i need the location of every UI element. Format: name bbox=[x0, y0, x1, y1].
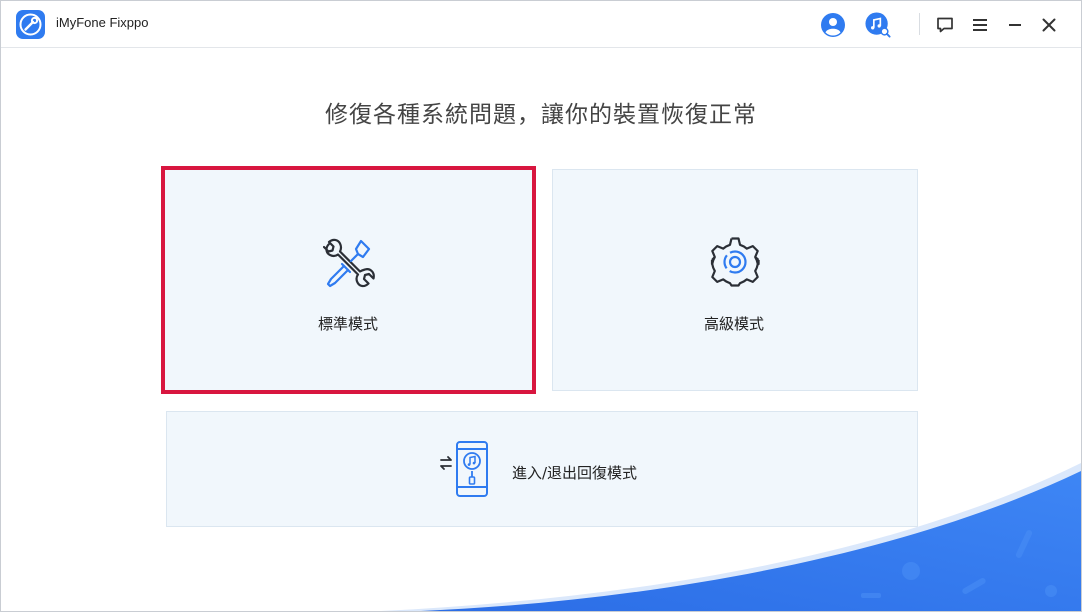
phone-recovery-icon bbox=[440, 441, 488, 497]
advanced-mode-card[interactable]: 高級模式 bbox=[552, 169, 918, 391]
app-title: iMyFone Fixppo bbox=[56, 15, 149, 30]
user-icon[interactable] bbox=[820, 12, 846, 38]
gear-icon bbox=[710, 237, 760, 287]
recovery-mode-label: 進入/退出回復模式 bbox=[512, 464, 638, 482]
page-heading: 修復各種系統問題，讓你的裝置恢復正常 bbox=[325, 102, 757, 128]
title-bar: iMyFone Fixppo bbox=[1, 1, 1081, 48]
app-logo-icon bbox=[16, 10, 45, 39]
wrench-screwdriver-icon bbox=[323, 238, 375, 288]
app-window: iMyFone Fixppo 修復各種系統問題，讓你的裝置恢復正常 標準模式 高… bbox=[0, 0, 1082, 612]
standard-mode-card[interactable]: 標準模式 bbox=[161, 166, 536, 394]
music-search-icon[interactable] bbox=[865, 12, 891, 38]
standard-mode-label: 標準模式 bbox=[318, 315, 379, 333]
feedback-icon[interactable] bbox=[932, 12, 958, 38]
title-bar-divider bbox=[919, 13, 920, 35]
advanced-mode-label: 高級模式 bbox=[704, 315, 765, 333]
minimize-icon[interactable] bbox=[1002, 12, 1028, 38]
recovery-mode-card[interactable]: 進入/退出回復模式 bbox=[166, 411, 918, 527]
menu-icon[interactable] bbox=[967, 12, 993, 38]
close-icon[interactable] bbox=[1036, 12, 1062, 38]
